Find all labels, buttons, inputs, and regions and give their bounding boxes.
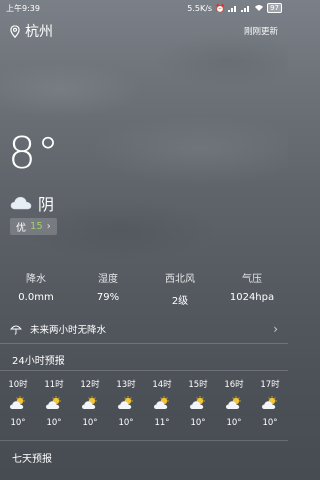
status-time: 上午9:39 (6, 3, 40, 13)
divider (0, 343, 288, 344)
hour-temp: 10° (226, 418, 242, 428)
partly-cloudy-icon (72, 392, 108, 414)
stat-label: 西北风 (165, 274, 195, 285)
hourly-forecast-title: 24小时预报 (12, 356, 65, 367)
hour-time: 17时 (260, 380, 280, 390)
condition-text: 阴 (38, 195, 55, 214)
current-condition: 阴 (10, 191, 54, 215)
hour-time: 13时 (116, 380, 136, 390)
hour-time: 15时 (188, 380, 208, 390)
stat-label: 降水 (26, 274, 46, 285)
hourly-forecast: 10时 10° 11时 10° 12时 10° 13时 10° 14时 11° 15时 10° 16时 1… (0, 378, 288, 428)
current-temperature: 8° (8, 128, 60, 179)
cloud-icon (10, 196, 32, 210)
stat-label: 气压 (242, 274, 262, 285)
stat-value: 1024hpa (229, 292, 275, 303)
aqi-label: 优 (16, 223, 26, 234)
stat-value: 0.0mm (18, 292, 54, 303)
hour-temp: 10° (10, 418, 26, 428)
hourly-item: 10时 10° (0, 378, 36, 428)
chevron-right-icon: › (46, 221, 51, 232)
partly-cloudy-icon (180, 392, 216, 414)
update-status: 刚刚更新 (243, 27, 278, 37)
hour-time: 10时 (8, 380, 28, 390)
hour-temp: 10° (82, 418, 98, 428)
partly-cloudy-icon (108, 392, 144, 414)
hourly-item: 17时 10° (252, 378, 288, 428)
rain-forecast-row[interactable]: 未来两小时无降水 › (10, 320, 278, 338)
divider (0, 440, 288, 441)
daily-forecast-title: 七天预报 (12, 454, 52, 465)
umbrella-icon (10, 325, 22, 335)
hour-temp: 10° (46, 418, 62, 428)
status-icons: 5.5K/s ⏰ 97 (187, 3, 282, 13)
stat-humidity: 湿度 79% (72, 270, 144, 307)
partly-cloudy-icon (36, 392, 72, 414)
battery-indicator: 97 (267, 3, 282, 13)
hourly-item: 11时 10° (36, 378, 72, 428)
hourly-item: 12时 10° (72, 378, 108, 428)
signal-icon (228, 6, 237, 12)
aqi-value: 15 (30, 221, 43, 232)
stat-label: 湿度 (98, 274, 118, 285)
hourly-item: 14时 11° (144, 378, 180, 428)
header: 杭州 刚刚更新 (0, 20, 288, 42)
hourly-item: 13时 10° (108, 378, 144, 428)
location-pin-icon (10, 24, 20, 38)
city-name: 杭州 (25, 24, 53, 40)
hour-temp: 10° (262, 418, 278, 428)
aqi-badge[interactable]: 优 15 › (10, 218, 57, 235)
network-speed: 5.5K/s (187, 3, 213, 13)
chevron-right-icon: › (273, 322, 278, 336)
partly-cloudy-icon (252, 392, 288, 414)
partly-cloudy-icon (0, 392, 36, 414)
stat-precipitation: 降水 0.0mm (0, 270, 72, 307)
hourly-item: 16时 10° (216, 378, 252, 428)
stat-wind: 西北风 2级 (144, 270, 216, 307)
alarm-icon: ⏰ (215, 3, 226, 13)
hour-time: 16时 (224, 380, 244, 390)
stat-value: 2级 (171, 296, 189, 307)
hour-temp: 10° (190, 418, 206, 428)
divider (0, 370, 288, 371)
hour-time: 12时 (80, 380, 100, 390)
status-bar: 上午9:39 5.5K/s ⏰ 97 (0, 0, 288, 16)
stat-value: 79% (96, 292, 120, 303)
hour-time: 14时 (152, 380, 172, 390)
partly-cloudy-icon (216, 392, 252, 414)
city-selector[interactable]: 杭州 (10, 21, 244, 41)
hour-temp: 11° (154, 418, 170, 428)
hour-time: 11时 (44, 380, 64, 390)
wifi-icon (255, 5, 264, 11)
weather-stats: 降水 0.0mm 湿度 79% 西北风 2级 气压 1024hpa (0, 270, 288, 307)
signal-icon-2 (241, 6, 250, 12)
stat-pressure: 气压 1024hpa (216, 270, 288, 307)
hour-temp: 10° (118, 418, 134, 428)
rain-notice-text: 未来两小时无降水 (30, 325, 107, 336)
hourly-item: 15时 10° (180, 378, 216, 428)
partly-cloudy-icon (144, 392, 180, 414)
